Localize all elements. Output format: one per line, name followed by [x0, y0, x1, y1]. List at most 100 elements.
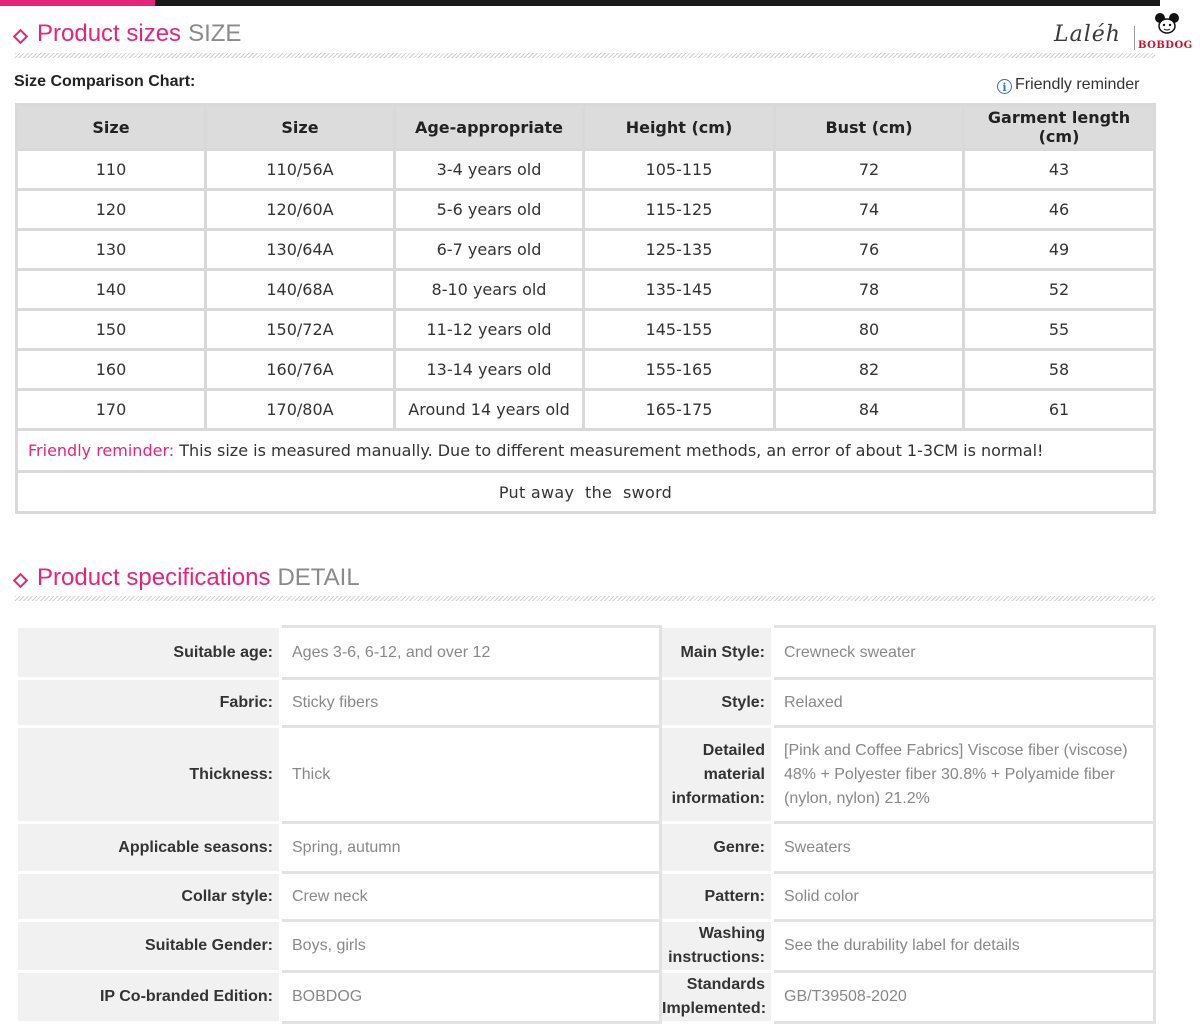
height-cell: 125-135 [582, 228, 776, 271]
size-cell: 110 [15, 148, 207, 191]
age-cell: 8-10 years old [393, 268, 585, 311]
size-table-row: 120 120/60A 5-6 years old 115-125 74 46 [15, 188, 1156, 231]
size-table-footer-row: Put away the sword [15, 470, 1156, 514]
size-table-row: 170 170/80A Around 14 years old 165-175 … [15, 388, 1156, 431]
size-code-cell: 150/72A [204, 308, 396, 351]
size-cell: 140 [15, 268, 207, 311]
note-text: This size is measured manually. Due to d… [174, 441, 1044, 460]
spec-key: Genre: [659, 821, 774, 874]
height-cell: 165-175 [582, 388, 776, 431]
size-table-row: 130 130/64A 6-7 years old 125-135 76 49 [15, 228, 1156, 271]
bust-cell: 72 [773, 148, 965, 191]
size-code-cell: 120/60A [204, 188, 396, 231]
size-code-cell: 160/76A [204, 348, 396, 391]
size-table-header: Age-appropriate [393, 103, 585, 151]
bust-cell: 76 [773, 228, 965, 271]
size-cell: 130 [15, 228, 207, 271]
spec-value: Boys, girls [279, 919, 662, 973]
spec-value: Crewneck sweater [771, 625, 1156, 680]
spec-key: Fabric: [15, 677, 282, 728]
mouse-mascot-icon [1155, 13, 1179, 34]
bust-cell: 80 [773, 308, 965, 351]
spec-table: Suitable age: Ages 3-6, 6-12, and over 1… [15, 625, 1156, 1024]
size-table-row: 150 150/72A 11-12 years old 145-155 80 5… [15, 308, 1156, 351]
bust-cell: 74 [773, 188, 965, 231]
size-table-header: Garment length (cm) [962, 103, 1156, 151]
spec-row: IP Co-branded Edition: BOBDOG Standards … [15, 970, 1156, 1024]
spec-value: Ages 3-6, 6-12, and over 12 [279, 625, 662, 680]
friendly-reminder-label: Friendly reminder [1015, 76, 1140, 93]
size-cell: 150 [15, 308, 207, 351]
age-cell: 3-4 years old [393, 148, 585, 191]
bust-cell: 82 [773, 348, 965, 391]
spec-value: Spring, autumn [279, 821, 662, 874]
size-code-cell: 170/80A [204, 388, 396, 431]
size-code-cell: 130/64A [204, 228, 396, 271]
spec-row: Suitable Gender: Boys, girls Washing ins… [15, 919, 1156, 973]
spec-row: Collar style: Crew neck Pattern: Solid c… [15, 871, 1156, 922]
spec-key: Detailed material information: [659, 725, 774, 824]
top-accent-dark [155, 0, 1160, 6]
spec-key: Thickness: [15, 725, 282, 824]
length-cell: 43 [962, 148, 1156, 191]
age-cell: 11-12 years old [393, 308, 585, 351]
bust-cell: 78 [773, 268, 965, 311]
logo-script-text: Laléh [1054, 22, 1121, 47]
section-title-text: Product sizes [37, 20, 182, 47]
age-cell: 5-6 years old [393, 188, 585, 231]
spec-value: GB/T39508-2020 [771, 970, 1156, 1024]
spec-key: Collar style: [15, 871, 282, 922]
friendly-reminder-link[interactable]: i Friendly reminder [997, 76, 1139, 94]
spec-row: Fabric: Sticky fibers Style: Relaxed [15, 677, 1156, 728]
size-table-header: Size [204, 103, 396, 151]
spec-key: Washing instructions: [659, 919, 774, 973]
length-cell: 46 [962, 188, 1156, 231]
section-title-en: DETAIL [277, 564, 360, 591]
size-table-header: Size [15, 103, 207, 151]
section-divider [15, 596, 1155, 601]
size-table-header-row: Size Size Age-appropriate Height (cm) Bu… [15, 103, 1156, 151]
spec-key: Applicable seasons: [15, 821, 282, 874]
size-table-note-row: Friendly reminder: This size is measured… [15, 428, 1156, 473]
spec-key: Suitable Gender: [15, 919, 282, 973]
bust-cell: 84 [773, 388, 965, 431]
section-title-text: Product specifications [37, 564, 271, 591]
spec-key: Pattern: [659, 871, 774, 922]
section-header-sizes: Product sizes SIZE [12, 20, 1155, 52]
size-code-cell: 140/68A [204, 268, 396, 311]
spec-key: Suitable age: [15, 625, 282, 680]
length-cell: 55 [962, 308, 1156, 351]
size-cell: 120 [15, 188, 207, 231]
logo-brand-text: BOBDOG [1138, 40, 1193, 51]
size-table: Size Size Age-appropriate Height (cm) Bu… [15, 103, 1156, 514]
measurement-note: Friendly reminder: This size is measured… [15, 428, 1156, 473]
size-code-cell: 110/56A [204, 148, 396, 191]
diamond-bullet-icon [12, 572, 29, 589]
size-table-row: 140 140/68A 8-10 years old 135-145 78 52 [15, 268, 1156, 311]
spec-key: Main Style: [659, 625, 774, 680]
spec-value: Relaxed [771, 677, 1156, 728]
length-cell: 58 [962, 348, 1156, 391]
logo-separator [1134, 26, 1135, 50]
spec-row: Thickness: Thick Detailed material infor… [15, 725, 1156, 824]
top-accent-bar [0, 0, 1200, 6]
size-table-header: Height (cm) [582, 103, 776, 151]
size-cell: 170 [15, 388, 207, 431]
spec-value: BOBDOG [279, 970, 662, 1024]
section-title: Product specifications DETAIL [37, 564, 360, 592]
brand-logo: Laléh BOBDOG [1050, 8, 1195, 56]
spec-value: Sweaters [771, 821, 1156, 874]
spec-value: Crew neck [279, 871, 662, 922]
age-cell: Around 14 years old [393, 388, 585, 431]
section-divider [15, 53, 1155, 58]
size-table-row: 110 110/56A 3-4 years old 105-115 72 43 [15, 148, 1156, 191]
size-table-footer: Put away the sword [15, 470, 1156, 514]
spec-key: Standards Implemented: [659, 970, 774, 1024]
size-cell: 160 [15, 348, 207, 391]
spec-row: Applicable seasons: Spring, autumn Genre… [15, 821, 1156, 874]
height-cell: 145-155 [582, 308, 776, 351]
spec-value: Thick [279, 725, 662, 824]
spec-value: Sticky fibers [279, 677, 662, 728]
size-table-header: Bust (cm) [773, 103, 965, 151]
spec-key: IP Co-branded Edition: [15, 970, 282, 1024]
